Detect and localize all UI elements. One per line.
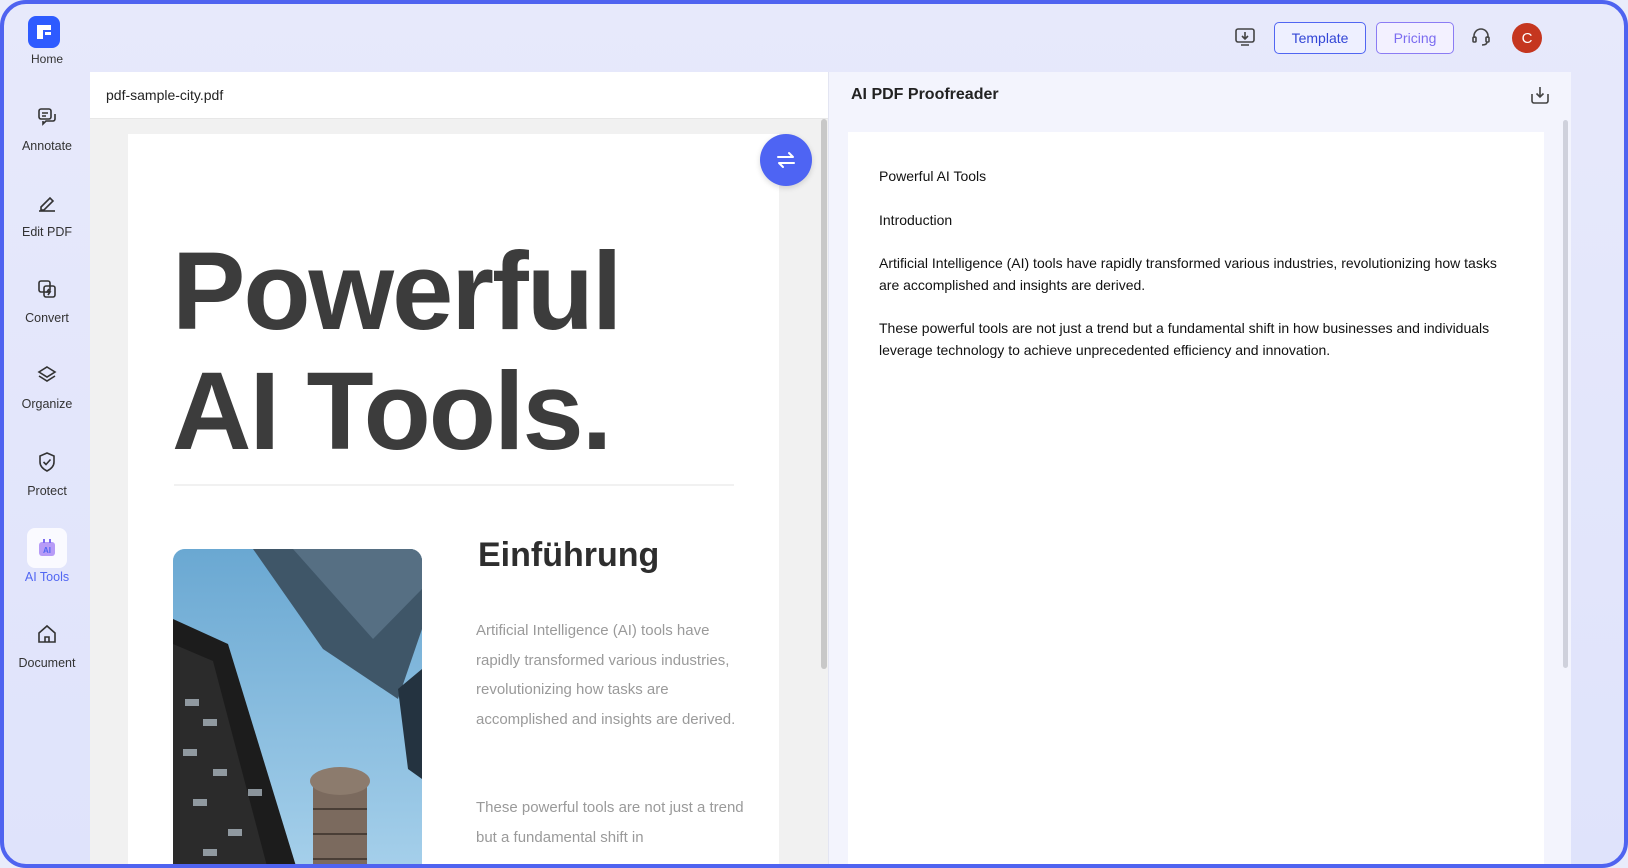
sidebar-item-ai-tools[interactable]: AI AI Tools — [4, 528, 90, 608]
proofreader-scrollbar[interactable] — [1563, 120, 1568, 668]
page-title: Powerful AI Tools. — [172, 230, 622, 473]
proofreader-result: Powerful AI Tools Introduction Artificia… — [848, 132, 1544, 864]
sidebar-item-protect[interactable]: Protect — [4, 442, 90, 522]
home-label: Home — [30, 52, 63, 66]
pdf-page: Powerful AI Tools. Einführung Artificial… — [128, 134, 779, 864]
proofreader-panel: AI PDF Proofreader Powerful AI Tools Int… — [828, 72, 1571, 864]
result-line: Powerful AI Tools — [879, 168, 987, 184]
result-paragraph: These powerful tools are not just a tren… — [879, 320, 1490, 358]
sidebar-item-label: Protect — [27, 484, 67, 498]
swap-arrows-icon — [774, 148, 798, 172]
app-logo-icon[interactable] — [28, 16, 60, 48]
pdf-scrollbar[interactable] — [821, 119, 827, 669]
pdf-viewer: pdf-sample-city.pdf Powerful AI Tools. E… — [90, 72, 828, 864]
city-photo — [173, 549, 422, 864]
pdf-filename: pdf-sample-city.pdf — [106, 87, 224, 103]
section-heading: Einführung — [478, 536, 660, 574]
page-title-line-1: Powerful — [172, 230, 622, 353]
sidebar-item-label: Annotate — [21, 139, 73, 153]
avatar[interactable]: C — [1512, 23, 1542, 53]
sidebar-item-label: Organize — [21, 397, 73, 411]
sidebar-item-label: Document — [18, 656, 76, 670]
sidebar-item-organize[interactable]: Organize — [4, 355, 90, 435]
page-paragraph-1: Artificial Intelligence (AI) tools have … — [476, 622, 736, 728]
download-app-icon[interactable] — [1232, 24, 1258, 50]
edit-pen-icon — [27, 183, 67, 223]
result-line: Introduction — [879, 212, 953, 228]
app-window: Home Annotate Edit PDF Convert Organize — [0, 0, 1628, 868]
sidebar-item-label: AI Tools — [24, 570, 70, 584]
proofreader-header: AI PDF Proofreader — [829, 72, 1571, 118]
page-title-line-2: AI Tools. — [172, 350, 612, 473]
swap-panels-button[interactable] — [760, 134, 812, 186]
template-button[interactable]: Template — [1274, 22, 1366, 54]
convert-icon — [27, 269, 67, 309]
page-divider — [174, 484, 734, 486]
pdf-header: pdf-sample-city.pdf — [90, 72, 828, 119]
sidebar-item-document[interactable]: Document — [4, 614, 90, 694]
sidebar-item-label: Edit PDF — [21, 225, 72, 239]
export-download-icon[interactable] — [1529, 84, 1553, 108]
sidebar-item-label: Convert — [25, 311, 69, 325]
top-bar: Template Pricing C — [90, 4, 1624, 72]
page-paragraph-2: These powerful tools are not just a tren… — [476, 799, 744, 846]
sidebar-item-convert[interactable]: Convert — [4, 269, 90, 349]
svg-text:AI: AI — [43, 546, 51, 555]
annotate-icon — [27, 97, 67, 137]
headset-support-icon[interactable] — [1468, 24, 1494, 50]
ai-tools-icon: AI — [27, 528, 67, 568]
layers-icon — [27, 355, 67, 395]
pricing-button[interactable]: Pricing — [1376, 22, 1454, 54]
result-paragraph: Artificial Intelligence (AI) tools have … — [879, 255, 1497, 293]
sidebar-item-annotate[interactable]: Annotate — [4, 97, 90, 177]
home-icon — [27, 614, 67, 654]
sidebar: Home Annotate Edit PDF Convert Organize — [4, 4, 90, 864]
shield-icon — [27, 442, 67, 482]
sidebar-item-edit-pdf[interactable]: Edit PDF — [4, 183, 90, 263]
proofreader-title: AI PDF Proofreader — [851, 86, 999, 103]
